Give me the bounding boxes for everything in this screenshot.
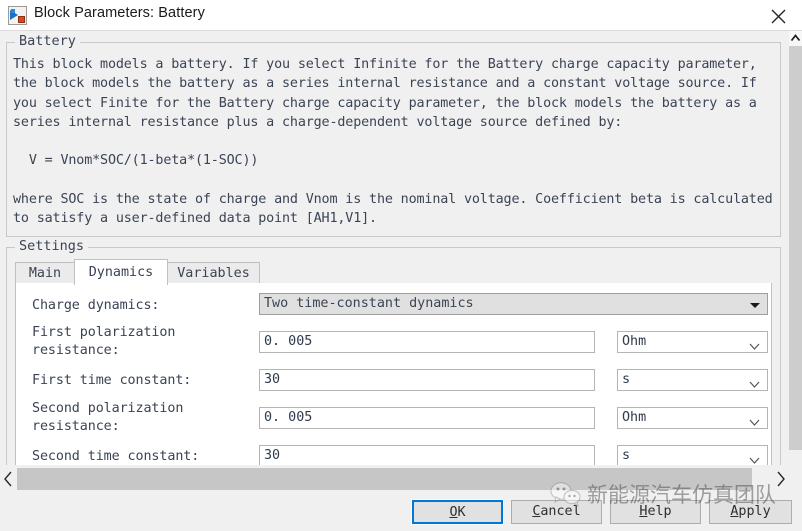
window-title: Block Parameters: Battery xyxy=(34,5,205,21)
close-icon[interactable] xyxy=(756,0,802,30)
horizontal-scroll-thumb[interactable] xyxy=(17,468,752,490)
first-time-constant-unit-value: s xyxy=(622,372,631,387)
scroll-down-icon[interactable] xyxy=(789,450,802,465)
settings-legend: Settings xyxy=(15,238,89,254)
second-time-constant-unit[interactable]: s xyxy=(617,445,768,465)
second-polarization-resistance-label: Second polarization resistance: xyxy=(32,401,184,434)
second-polarization-resistance-unit[interactable]: Ohm xyxy=(617,407,768,429)
description-text: This block models a battery. If you sele… xyxy=(13,57,773,227)
dialog-button-bar: OK Cancel Help Apply xyxy=(0,493,802,531)
vertical-scrollbar[interactable] xyxy=(789,31,802,465)
second-time-constant-label: Second time constant: xyxy=(32,449,200,464)
second-time-constant-input[interactable]: 30 xyxy=(259,445,595,465)
chevron-down-icon xyxy=(749,414,760,428)
first-polarization-resistance-label: First polarization resistance: xyxy=(32,325,176,358)
dynamics-tab-panel: Charge dynamics: Two time-constant dynam… xyxy=(15,283,772,465)
first-polarization-resistance-unit-value: Ohm xyxy=(622,334,647,349)
tab-dynamics[interactable]: Dynamics xyxy=(74,259,168,285)
cancel-button-label: ancel xyxy=(540,504,581,519)
tab-variables[interactable]: Variables xyxy=(167,262,260,284)
description-legend: Battery xyxy=(15,33,80,49)
first-polarization-resistance-unit[interactable]: Ohm xyxy=(617,331,768,353)
chevron-down-icon xyxy=(749,338,760,352)
tab-strip: Main Dynamics Variables xyxy=(15,259,772,285)
simulink-block-icon xyxy=(8,6,27,25)
ok-button[interactable]: OK xyxy=(411,499,504,525)
tab-main[interactable]: Main xyxy=(15,262,75,284)
charge-dynamics-value: Two time-constant dynamics xyxy=(264,296,474,311)
first-polarization-resistance-input[interactable]: 0. 005 xyxy=(259,331,595,353)
help-button-label: elp xyxy=(647,504,672,519)
second-time-constant-unit-value: s xyxy=(622,448,631,463)
chevron-down-icon xyxy=(749,452,760,465)
charge-dynamics-label: Charge dynamics: xyxy=(32,298,160,313)
horizontal-scrollbar[interactable] xyxy=(0,465,789,493)
description-group: Battery This block models a battery. If … xyxy=(6,33,781,237)
first-time-constant-input[interactable]: 30 xyxy=(259,369,595,391)
scroll-up-icon[interactable] xyxy=(789,31,802,46)
cancel-button[interactable]: Cancel xyxy=(511,500,602,524)
scroll-right-icon[interactable] xyxy=(772,465,789,493)
title-bar: Block Parameters: Battery xyxy=(0,0,802,31)
apply-button[interactable]: Apply xyxy=(709,500,792,524)
chevron-down-icon xyxy=(749,376,760,390)
block-parameters-dialog: Block Parameters: Battery Battery This b… xyxy=(0,0,802,531)
settings-group: Settings Main Dynamics Variables Charge … xyxy=(6,238,781,465)
first-time-constant-label: First time constant: xyxy=(32,373,192,388)
ok-button-mnemonic: O xyxy=(449,505,458,520)
first-time-constant-unit[interactable]: s xyxy=(617,369,768,391)
second-polarization-resistance-input[interactable]: 0. 005 xyxy=(259,407,595,429)
ok-button-label: K xyxy=(457,505,466,520)
apply-button-label: pply xyxy=(738,504,771,519)
vertical-scroll-thumb[interactable] xyxy=(789,46,802,451)
second-polarization-resistance-unit-value: Ohm xyxy=(622,410,647,425)
dialog-content: Battery This block models a battery. If … xyxy=(0,31,789,465)
chevron-down-icon xyxy=(750,303,760,308)
charge-dynamics-select[interactable]: Two time-constant dynamics xyxy=(259,293,768,315)
help-button[interactable]: Help xyxy=(610,500,701,524)
scroll-left-icon[interactable] xyxy=(0,465,17,493)
